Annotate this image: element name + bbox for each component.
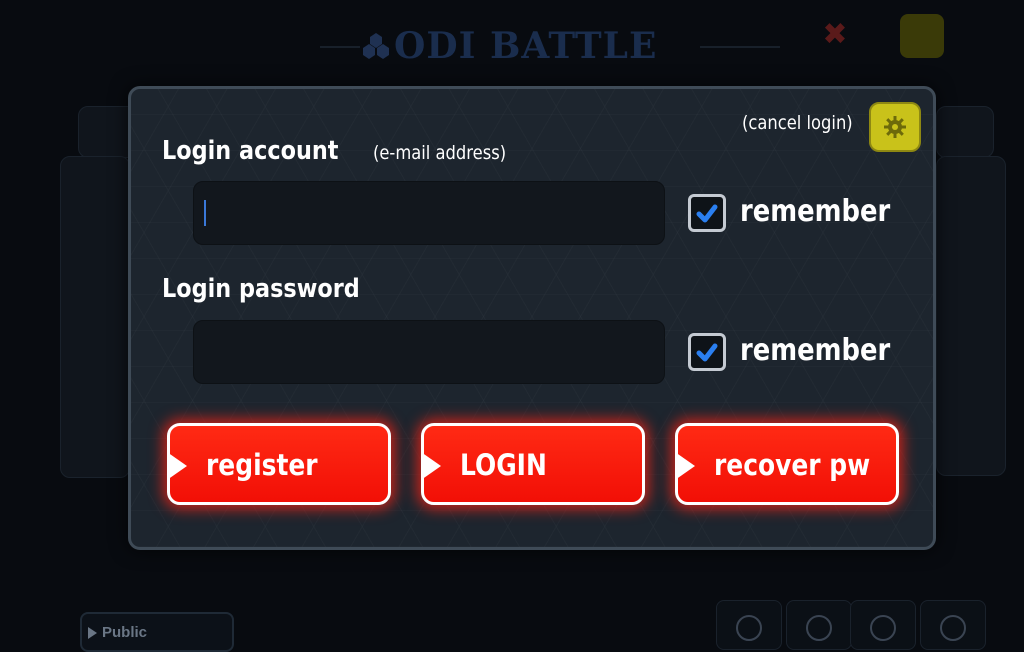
checkmark-icon <box>696 204 718 223</box>
settings-tab-bg <box>936 106 994 158</box>
arrow-right-icon <box>675 452 695 480</box>
settings-button-bg <box>900 14 944 58</box>
down-icon <box>806 615 832 641</box>
cancel-login-label[interactable]: (cancel login) <box>742 112 853 134</box>
up-icon <box>870 615 896 641</box>
bottom-button <box>920 600 986 650</box>
down-icon <box>940 615 966 641</box>
login-account-input[interactable] <box>193 181 665 245</box>
bottom-button <box>716 600 782 650</box>
login-button[interactable]: LOGIN <box>421 423 645 505</box>
register-label: register <box>206 448 318 482</box>
public-button: Public <box>80 612 234 652</box>
checkmark-icon <box>696 343 718 362</box>
account-hint-label: (e-mail address) <box>373 142 507 164</box>
login-password-input[interactable] <box>193 320 665 384</box>
text-cursor <box>204 200 206 226</box>
bottom-button <box>850 600 916 650</box>
game-title: ODI BATTLE <box>394 25 658 67</box>
title-divider <box>320 46 360 48</box>
register-button[interactable]: register <box>167 423 391 505</box>
login-account-label: Login account <box>162 136 339 166</box>
remember-password-label[interactable]: remember <box>740 333 890 368</box>
title-divider <box>700 46 780 48</box>
cancel-login-button[interactable] <box>869 102 921 152</box>
login-password-label: Login password <box>162 274 360 304</box>
gear-icon <box>884 116 906 138</box>
bottom-button <box>786 600 852 650</box>
arrow-right-icon <box>167 452 187 480</box>
remember-account-checkbox[interactable] <box>688 194 726 232</box>
side-panel-bg <box>60 156 130 478</box>
close-icon: ✖ <box>822 17 848 52</box>
right-panel-bg <box>936 156 1006 476</box>
recover-password-button[interactable]: recover pw <box>675 423 899 505</box>
wings-icon <box>736 615 762 641</box>
recover-label: recover pw <box>714 448 871 482</box>
arrow-right-icon <box>421 452 441 480</box>
hex-logo-icon <box>363 33 389 59</box>
login-label: LOGIN <box>460 448 547 482</box>
public-label: Public <box>102 624 148 641</box>
remember-account-label[interactable]: remember <box>740 194 890 229</box>
game-logo: ODI BATTLE <box>362 24 662 68</box>
remember-password-checkbox[interactable] <box>688 333 726 371</box>
